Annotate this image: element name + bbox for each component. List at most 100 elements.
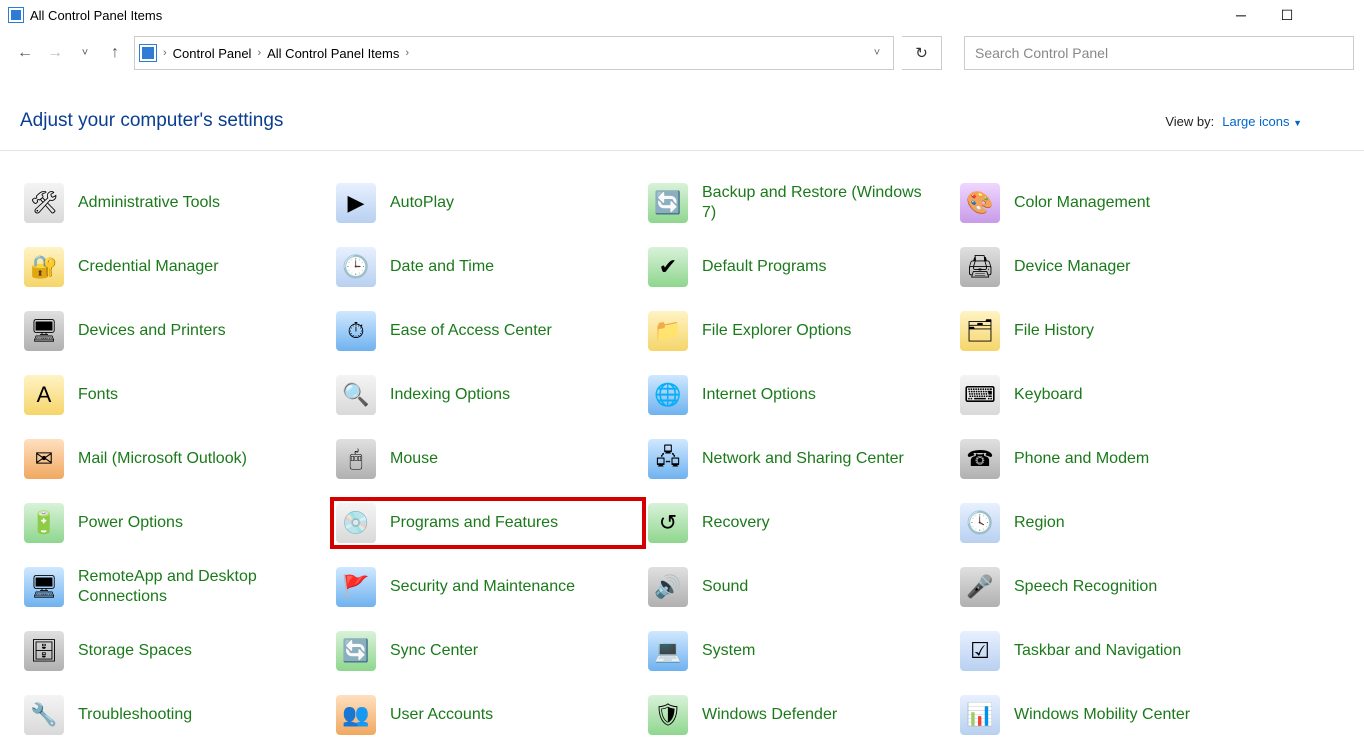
view-by-dropdown[interactable]: Large icons ▼ — [1222, 114, 1302, 129]
windows-defender-icon: 🛡 — [648, 695, 688, 735]
address-bar[interactable]: › Control Panel › All Control Panel Item… — [134, 36, 894, 70]
control-panel-item-sync-center[interactable]: 🔄Sync Center — [332, 627, 644, 675]
control-panel-item-speech-recognition[interactable]: 🎤Speech Recognition — [956, 563, 1268, 611]
item-label: Sound — [702, 577, 748, 597]
recent-locations-button[interactable]: ˅ — [74, 42, 96, 64]
item-label: Administrative Tools — [78, 193, 220, 213]
control-panel-item-sound[interactable]: 🔊 Sound — [644, 563, 956, 611]
control-panel-item-windows-mobility-center[interactable]: 📊 Windows Mobility Center — [956, 691, 1268, 739]
control-panel-item-date-and-time[interactable]: 🕒Date and Time — [332, 243, 644, 291]
remoteapp-and-desktop-connections-icon: 🖥 — [24, 567, 64, 607]
maximize-button[interactable]: ☐ — [1264, 0, 1310, 30]
region-icon: 🕓 — [960, 503, 1000, 543]
up-button[interactable]: ↑ — [104, 42, 126, 64]
control-panel-item-remoteapp-and-desktop-connections[interactable]: 🖥RemoteApp and Desktop Connections — [20, 563, 332, 611]
control-panel-item-network-and-sharing-center[interactable]: 🖧 Network and Sharing Center — [644, 435, 956, 483]
control-panel-item-programs-and-features[interactable]: 💿Programs and Features — [332, 499, 644, 547]
recovery-icon: ↺ — [648, 503, 688, 543]
item-label: Troubleshooting — [78, 705, 192, 725]
forward-button[interactable]: → — [44, 42, 66, 64]
default-programs-icon: ✔ — [648, 247, 688, 287]
control-panel-item-administrative-tools[interactable]: 🛠Administrative Tools — [20, 179, 332, 227]
close-button[interactable] — [1310, 0, 1356, 30]
mouse-icon: 🖱 — [336, 439, 376, 479]
control-panel-item-windows-defender[interactable]: 🛡 Windows Defender — [644, 691, 956, 739]
search-box[interactable] — [964, 36, 1354, 70]
taskbar-and-navigation-icon: ☑ — [960, 631, 1000, 671]
internet-options-icon: 🌐 — [648, 375, 688, 415]
control-panel-item-devices-and-printers[interactable]: 🖥Devices and Printers — [20, 307, 332, 355]
mail-microsoft-outlook-icon: ✉ — [24, 439, 64, 479]
control-panel-item-mouse[interactable]: 🖱 Mouse — [332, 435, 644, 483]
back-button[interactable]: ← — [14, 42, 36, 64]
file-explorer-options-icon: 📁 — [648, 311, 688, 351]
chevron-down-icon: ▼ — [1293, 118, 1302, 128]
autoplay-icon: ▶ — [336, 183, 376, 223]
control-panel-item-device-manager[interactable]: 🖨 Device Manager — [956, 243, 1268, 291]
control-panel-item-default-programs[interactable]: ✔ Default Programs — [644, 243, 956, 291]
item-label: File Explorer Options — [702, 321, 851, 341]
control-panel-item-storage-spaces[interactable]: 🗄Storage Spaces — [20, 627, 332, 675]
window-controls: ─ ☐ — [1218, 0, 1356, 30]
control-panel-item-region[interactable]: 🕓Region — [956, 499, 1268, 547]
control-panel-item-file-explorer-options[interactable]: 📁 File Explorer Options — [644, 307, 956, 355]
view-by-value: Large icons — [1222, 114, 1289, 129]
network-and-sharing-center-icon: 🖧 — [648, 439, 688, 479]
control-panel-item-indexing-options[interactable]: 🔍Indexing Options — [332, 371, 644, 419]
item-label: Storage Spaces — [78, 641, 192, 661]
control-panel-grid: 🛠Administrative Tools▶AutoPlay🔄Backup an… — [0, 151, 1364, 739]
minimize-button[interactable]: ─ — [1218, 0, 1264, 30]
control-panel-icon — [8, 7, 24, 23]
control-panel-item-file-history[interactable]: 🗂 File History — [956, 307, 1268, 355]
chevron-right-icon[interactable]: › — [163, 47, 167, 59]
phone-and-modem-icon: ☎ — [960, 439, 1000, 479]
address-dropdown-button[interactable]: ˅ — [865, 47, 889, 59]
control-panel-item-fonts[interactable]: AFonts — [20, 371, 332, 419]
breadcrumb-root[interactable]: Control Panel — [173, 46, 252, 61]
item-label: Windows Mobility Center — [1014, 705, 1190, 725]
control-panel-item-internet-options[interactable]: 🌐Internet Options — [644, 371, 956, 419]
control-panel-item-credential-manager[interactable]: 🔐Credential Manager — [20, 243, 332, 291]
file-history-icon: 🗂 — [960, 311, 1000, 351]
item-label: Network and Sharing Center — [702, 449, 904, 469]
control-panel-item-phone-and-modem[interactable]: ☎Phone and Modem — [956, 435, 1268, 483]
control-panel-item-mail-microsoft-outlook[interactable]: ✉Mail (Microsoft Outlook) — [20, 435, 332, 483]
item-label: Color Management — [1014, 193, 1150, 213]
control-panel-item-power-options[interactable]: 🔋Power Options — [20, 499, 332, 547]
item-label: Windows Defender — [702, 705, 837, 725]
color-management-icon: 🎨 — [960, 183, 1000, 223]
page-title: Adjust your computer's settings — [20, 110, 283, 132]
control-panel-item-taskbar-and-navigation[interactable]: ☑Taskbar and Navigation — [956, 627, 1268, 675]
user-accounts-icon: 👥 — [336, 695, 376, 735]
control-panel-item-backup-and-restore-windows-7[interactable]: 🔄Backup and Restore (Windows 7) — [644, 179, 956, 227]
control-panel-item-user-accounts[interactable]: 👥User Accounts — [332, 691, 644, 739]
control-panel-item-keyboard[interactable]: ⌨Keyboard — [956, 371, 1268, 419]
control-panel-item-autoplay[interactable]: ▶AutoPlay — [332, 179, 644, 227]
control-panel-item-security-and-maintenance[interactable]: 🚩Security and Maintenance — [332, 563, 644, 611]
chevron-right-icon[interactable]: › — [405, 47, 409, 59]
item-label: Recovery — [702, 513, 770, 533]
control-panel-item-color-management[interactable]: 🎨 Color Management — [956, 179, 1268, 227]
search-input[interactable] — [975, 45, 1343, 61]
item-label: Date and Time — [390, 257, 494, 277]
item-label: System — [702, 641, 755, 661]
windows-mobility-center-icon: 📊 — [960, 695, 1000, 735]
view-by: View by: Large icons ▼ — [1165, 114, 1302, 129]
item-label: Ease of Access Center — [390, 321, 552, 341]
item-label: Power Options — [78, 513, 183, 533]
control-panel-item-troubleshooting[interactable]: 🔧Troubleshooting — [20, 691, 332, 739]
control-panel-item-system[interactable]: 💻System — [644, 627, 956, 675]
chevron-right-icon[interactable]: › — [257, 47, 261, 59]
sound-icon: 🔊 — [648, 567, 688, 607]
item-label: File History — [1014, 321, 1094, 341]
control-panel-item-ease-of-access-center[interactable]: ⏱Ease of Access Center — [332, 307, 644, 355]
control-panel-item-recovery[interactable]: ↺ Recovery — [644, 499, 956, 547]
device-manager-icon: 🖨 — [960, 247, 1000, 287]
item-label: Device Manager — [1014, 257, 1131, 277]
item-label: Default Programs — [702, 257, 827, 277]
refresh-button[interactable]: ↻ — [902, 36, 942, 70]
view-by-label: View by: — [1165, 114, 1214, 129]
item-label: Mouse — [390, 449, 438, 469]
breadcrumb-current[interactable]: All Control Panel Items — [267, 46, 399, 61]
titlebar: All Control Panel Items ─ ☐ — [0, 0, 1364, 30]
